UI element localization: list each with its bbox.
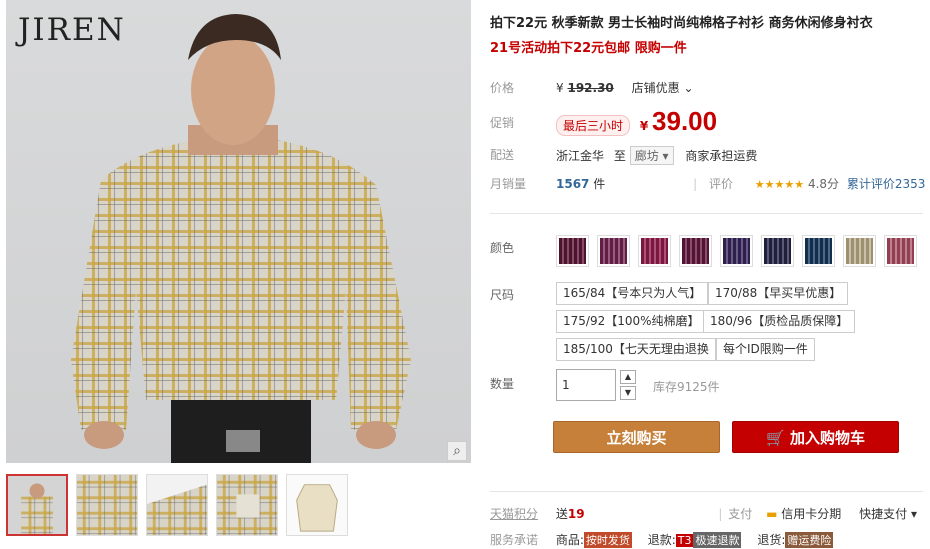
color-swatch[interactable] — [679, 235, 712, 267]
currency-symbol: ¥ — [639, 119, 649, 133]
color-swatch[interactable] — [884, 235, 917, 267]
promo-price-row: 最后三小时 ¥ 39.00 — [556, 106, 717, 137]
buy-now-button[interactable]: 立刻购买 — [553, 421, 720, 453]
color-label: 颜色 — [490, 241, 515, 255]
size-option[interactable]: 170/88【早买早优惠】 — [708, 282, 849, 305]
service-refund: 退款: — [647, 533, 676, 547]
decrease-icon[interactable]: ▼ — [620, 386, 636, 400]
service-refund-tag[interactable]: 极速退款 — [693, 532, 742, 548]
thumbnail-strip — [6, 474, 476, 536]
ship-to-select[interactable]: 廊坊 ▾ — [629, 146, 674, 165]
size-option[interactable]: 175/92【100%纯棉磨】 — [556, 310, 707, 333]
size-label: 尺码 — [490, 288, 515, 302]
divider — [490, 491, 923, 492]
shipping-label: 配送 — [490, 148, 515, 162]
chevron-down-icon: ⌄ — [679, 81, 694, 95]
color-swatch[interactable] — [843, 235, 876, 267]
add-to-cart-button[interactable]: 🛒 加入购物车 — [732, 421, 899, 453]
rating-stars: ★★★★★ — [754, 178, 805, 191]
promo-badge: 最后三小时 — [556, 115, 631, 136]
product-title: 拍下22元 秋季新款 男士长袖时尚纯棉格子衬衫 商务休闲修身衬衣 — [490, 16, 873, 31]
thumbnail[interactable] — [6, 474, 68, 536]
service-t3-tag: T3 — [675, 534, 694, 547]
color-swatch[interactable] — [638, 235, 671, 267]
stock-text: 库存9125件 — [653, 380, 720, 394]
color-swatch[interactable] — [556, 235, 589, 267]
color-swatch[interactable] — [802, 235, 835, 267]
original-price: 192.30 — [567, 81, 614, 95]
quantity-label: 数量 — [490, 377, 515, 391]
sales-unit: 件 — [593, 177, 606, 191]
price-row: ¥ 192.30 店铺优惠 ⌄ — [556, 79, 694, 96]
size-option[interactable]: 185/100【七天无理由退换 — [556, 338, 716, 361]
color-swatches — [556, 235, 917, 267]
color-swatch[interactable] — [720, 235, 753, 267]
increase-icon[interactable]: ▲ — [620, 370, 636, 384]
main-product-image[interactable]: JIREN ⌕ — [6, 0, 471, 463]
currency-symbol: ¥ — [556, 81, 564, 95]
service-return-tag[interactable]: 赠运费险 — [785, 532, 834, 548]
service-goods-tag[interactable]: 按时发货 — [583, 532, 632, 548]
product-info: 拍下22元 秋季新款 男士长袖时尚纯棉格子衬衫 商务休闲修身衬衣 21号活动拍下… — [490, 0, 925, 549]
service-label: 服务承诺 — [490, 533, 539, 547]
rating-score: 4.8分 — [807, 177, 840, 191]
shipping-row: 浙江金华 至 廊坊 ▾ 商家承担运费 — [556, 146, 757, 165]
price-label: 价格 — [490, 81, 515, 95]
magnifier-icon[interactable]: ⌕ — [447, 441, 467, 461]
thumbnail[interactable] — [146, 474, 208, 536]
chevron-down-icon: ▾ — [662, 149, 669, 163]
credit-card-icon: ▬ — [766, 507, 778, 521]
thumbnail[interactable] — [216, 474, 278, 536]
thumbnail[interactable] — [76, 474, 138, 536]
divider — [490, 213, 923, 214]
service-goods: 商品: — [555, 533, 584, 547]
promo-text: 21号活动拍下22元包邮 限购一件 — [490, 41, 687, 56]
thumbnail[interactable] — [286, 474, 348, 536]
service-return: 退货: — [757, 533, 786, 547]
pay-label: 支付 — [728, 507, 753, 521]
model-photo — [71, 14, 411, 463]
color-swatch[interactable] — [761, 235, 794, 267]
cart-icon: 🛒 — [766, 429, 790, 447]
points-value: 19 — [567, 507, 585, 521]
color-swatch[interactable] — [597, 235, 630, 267]
product-gallery: JIREN ⌕ — [6, 0, 471, 549]
sales-row: 1567 件 | 评价 ★★★★★ 4.8分 累计评价2353 — [556, 177, 926, 191]
shipping-note: 商家承担运费 — [685, 149, 758, 163]
ship-to-word: 至 — [613, 149, 626, 163]
points-row: 天猫积分 送19 | 支付 ▬ 信用卡分期 快捷支付 ▾ — [490, 507, 917, 521]
quick-pay[interactable]: 快捷支付 — [859, 507, 907, 521]
sales-label: 月销量 — [490, 177, 527, 191]
size-option[interactable]: 180/96【质检品质保障】 — [703, 310, 856, 333]
size-option[interactable]: 165/84【号本只为人气】 — [556, 282, 709, 305]
ship-from: 浙江金华 — [556, 149, 605, 163]
brand-logo: JIREN — [18, 12, 126, 48]
pay-installment[interactable]: 信用卡分期 — [781, 507, 841, 521]
promo-label: 促销 — [490, 116, 515, 130]
service-row: 服务承诺 商品: 按时发货 退款: T3 极速退款 退货: 赠运费险 — [490, 531, 834, 548]
rating-label: 评价 — [708, 177, 733, 191]
size-option[interactable]: 每个ID限购一件 — [716, 338, 815, 361]
promo-price: 39.00 — [652, 106, 718, 136]
store-discount-toggle[interactable]: 店铺优惠 ⌄ — [632, 81, 694, 95]
points-prefix: 送 — [555, 507, 568, 521]
cumulative-reviews-link[interactable]: 累计评价2353 — [847, 177, 926, 191]
chevron-down-icon[interactable]: ▾ — [911, 507, 917, 521]
points-label[interactable]: 天猫积分 — [490, 507, 538, 521]
quantity-input[interactable]: 1 — [556, 369, 616, 401]
sales-count: 1567 — [556, 177, 590, 191]
